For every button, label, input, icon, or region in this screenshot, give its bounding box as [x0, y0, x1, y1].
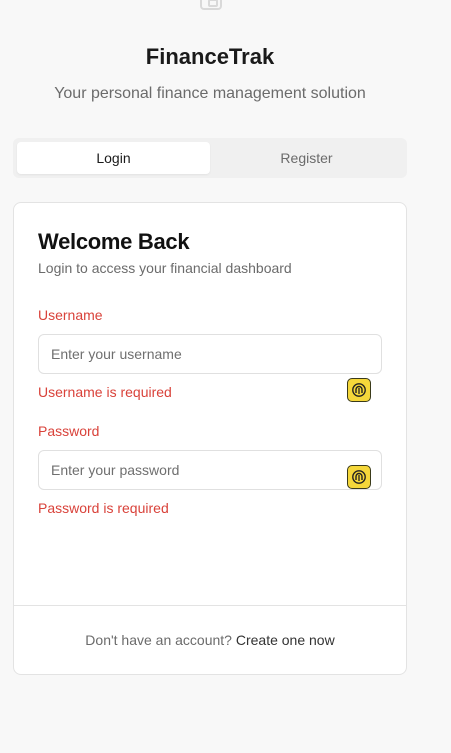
card-divider — [14, 605, 406, 606]
password-manager-icon[interactable] — [347, 465, 371, 489]
register-prompt: Don't have an account? — [85, 632, 232, 648]
password-label: Password — [38, 423, 100, 439]
app-subtitle: Your personal finance management solutio… — [54, 85, 366, 102]
login-page: FinanceTrak Your personal finance manage… — [0, 0, 451, 753]
password-input[interactable] — [38, 450, 382, 490]
app-title: FinanceTrak — [145, 44, 275, 69]
wallet-icon — [200, 0, 222, 10]
card-footer: Don't have an account? Create one now — [14, 632, 406, 648]
auth-tabs: Login Register — [13, 138, 407, 178]
create-account-link[interactable]: Create one now — [236, 632, 335, 648]
tab-register[interactable]: Register — [210, 142, 403, 174]
card-description: Login to access your financial dashboard — [38, 260, 292, 276]
card-title: Welcome Back — [38, 229, 190, 254]
password-error: Password is required — [38, 500, 169, 516]
tab-login[interactable]: Login — [17, 142, 210, 174]
password-manager-icon[interactable] — [347, 378, 371, 402]
username-label: Username — [38, 307, 103, 323]
username-input[interactable] — [38, 334, 382, 374]
login-card: Welcome Back Login to access your financ… — [13, 202, 407, 675]
username-error: Username is required — [38, 384, 172, 400]
